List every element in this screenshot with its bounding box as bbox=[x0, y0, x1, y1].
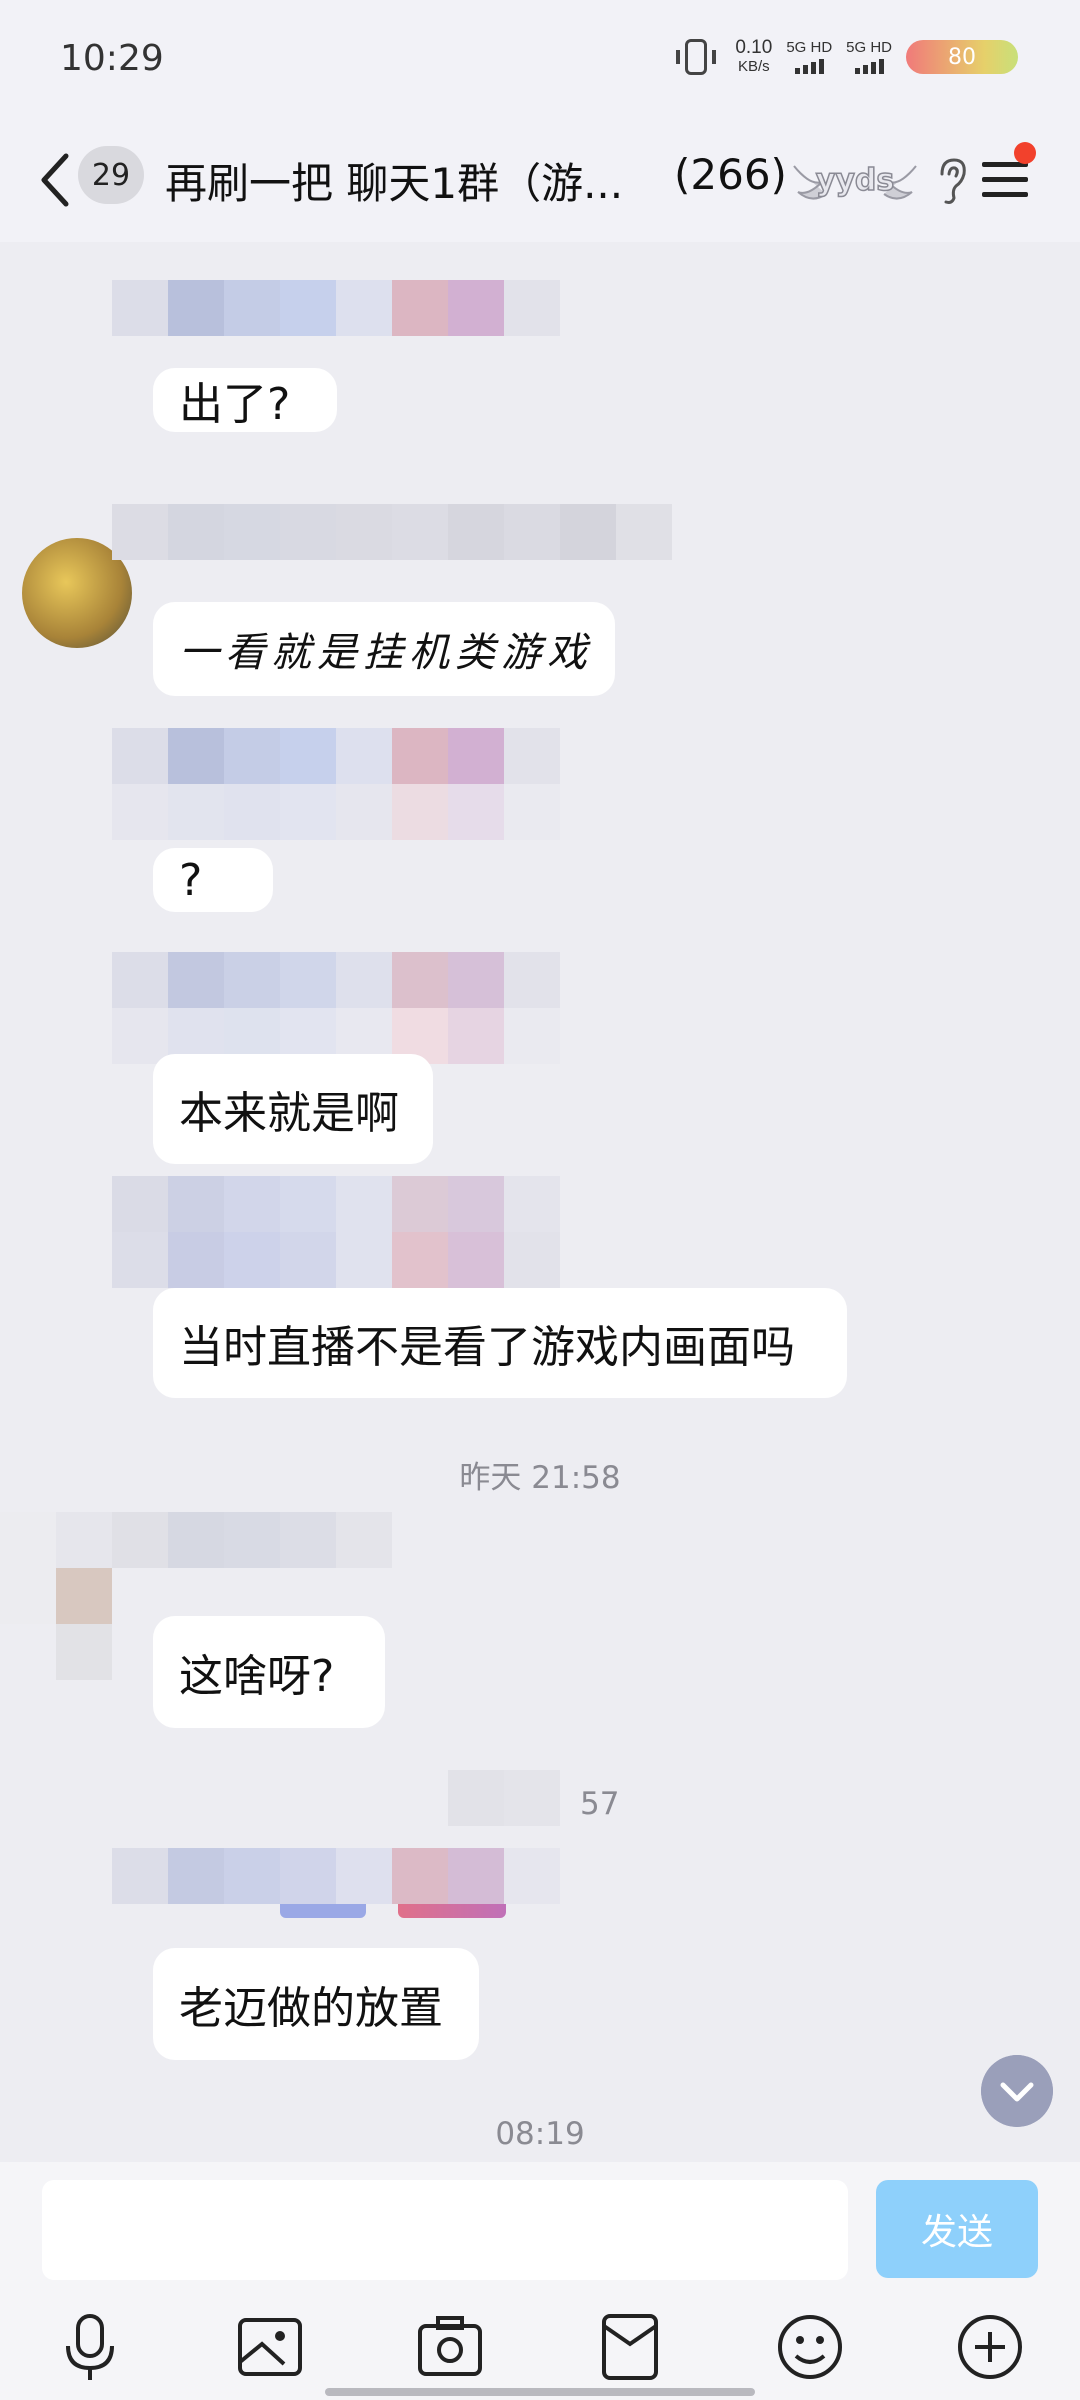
notification-dot bbox=[1014, 142, 1036, 164]
unread-badge[interactable]: 29 bbox=[78, 146, 144, 204]
blurred-sender-name bbox=[112, 280, 560, 336]
input-bar: 发送 bbox=[0, 2162, 1080, 2302]
message-text: 一看就是挂机类游戏 bbox=[179, 630, 593, 676]
microphone-icon[interactable] bbox=[52, 2312, 128, 2382]
group-title[interactable]: 再刷一把 聊天1群（游... bbox=[165, 150, 623, 211]
blurred-sender-name bbox=[112, 1512, 392, 1568]
message-text: 当时直播不是看了游戏内画面吗 bbox=[179, 1322, 795, 1373]
chat-header: 29 再刷一把 聊天1群（游... (266) yyds bbox=[0, 120, 1080, 242]
message-text: 这啥呀? bbox=[179, 1651, 335, 1702]
net-unit: KB/s bbox=[737, 58, 770, 75]
blurred-sender-name bbox=[112, 728, 560, 840]
message-bubble[interactable]: 一看就是挂机类游戏 bbox=[153, 602, 615, 696]
image-icon[interactable] bbox=[232, 2312, 308, 2382]
message-text: 出了? bbox=[179, 379, 291, 430]
red-packet-icon[interactable] bbox=[592, 2312, 668, 2382]
message-bubble[interactable]: 这啥呀? bbox=[153, 1616, 385, 1728]
chat-toolbar bbox=[0, 2302, 1080, 2400]
send-button[interactable]: 发送 bbox=[876, 2180, 1038, 2278]
status-time: 10:29 bbox=[60, 38, 164, 79]
battery-indicator: 80 bbox=[906, 40, 1018, 74]
vibrate-icon bbox=[676, 39, 717, 75]
message-bubble[interactable]: 老迈做的放置 bbox=[153, 1948, 479, 2060]
svg-text:yyds: yyds bbox=[816, 163, 894, 198]
message-timestamp-partial: 57 bbox=[580, 1786, 620, 1822]
message-timestamp: 昨天 21:58 bbox=[459, 1460, 621, 1496]
status-bar: 10:29 0.10 KB/s 5G HD 5G HD 80 bbox=[0, 0, 1080, 120]
camera-icon[interactable] bbox=[412, 2312, 488, 2382]
status-icons: 0.10 KB/s 5G HD 5G HD 80 bbox=[676, 37, 1018, 76]
blurred-badge bbox=[280, 1904, 366, 1918]
message-text: 老迈做的放置 bbox=[179, 1983, 443, 2034]
chat-area[interactable]: 出了? 一看就是挂机类游戏 ? 本来就是啊 当时直播不是看了游戏内画面吗 昨天 … bbox=[0, 242, 1080, 2162]
signal-bars-icon bbox=[846, 59, 892, 74]
message-bubble[interactable]: 本来就是啊 bbox=[153, 1054, 433, 1164]
blurred-sender-name bbox=[112, 504, 672, 560]
member-count[interactable]: (266) bbox=[674, 150, 787, 199]
home-indicator[interactable] bbox=[325, 2388, 755, 2396]
signal-sim2: 5G HD bbox=[846, 40, 892, 74]
message-bubble[interactable]: ? bbox=[153, 848, 273, 912]
plus-icon[interactable] bbox=[952, 2312, 1028, 2382]
yyds-badge-icon: yyds bbox=[793, 162, 917, 200]
net-speed: 0.10 bbox=[735, 37, 773, 58]
message-bubble[interactable]: 出了? bbox=[153, 368, 337, 432]
signal-sim1: 5G HD bbox=[786, 40, 832, 74]
blurred-timestamp bbox=[448, 1770, 560, 1826]
message-bubble[interactable]: 当时直播不是看了游戏内画面吗 bbox=[153, 1288, 847, 1398]
blurred-avatar bbox=[0, 1512, 112, 1680]
emoji-icon[interactable] bbox=[772, 2312, 848, 2382]
blurred-sender-name bbox=[112, 1176, 560, 1288]
message-text: ? bbox=[179, 854, 203, 906]
ear-icon[interactable] bbox=[934, 156, 970, 206]
message-input[interactable] bbox=[42, 2180, 848, 2280]
blurred-sender-name bbox=[112, 1848, 560, 1904]
blurred-badge bbox=[398, 1904, 506, 1918]
signal-bars-icon bbox=[786, 59, 832, 74]
message-text: 本来就是啊 bbox=[179, 1088, 399, 1139]
message-timestamp: 08:19 bbox=[495, 2116, 585, 2152]
blurred-sender-name bbox=[112, 952, 560, 1064]
